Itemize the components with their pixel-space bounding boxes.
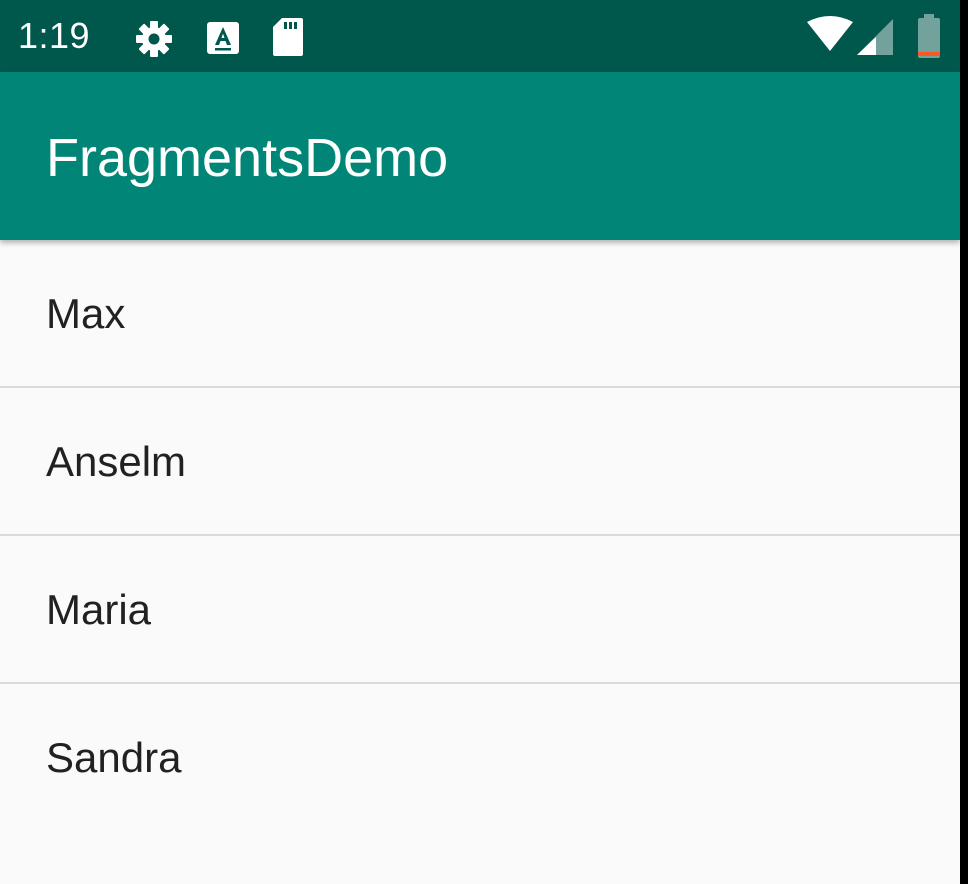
battery-icon (918, 14, 940, 58)
list-item-label: Maria (46, 586, 152, 633)
list-item-label: Anselm (46, 438, 187, 485)
list-item-label: Sandra (46, 734, 182, 781)
name-list: Max Anselm Maria Sandra (0, 240, 960, 830)
app-bar: FragmentsDemo (0, 72, 960, 240)
list-item-label: Max (46, 290, 126, 337)
list-item-max[interactable]: Max (0, 240, 960, 388)
gear-icon (136, 21, 172, 57)
phone-screen: 1:19 FragmentsDemo Max Anselm Maria Sand… (0, 0, 960, 884)
cellular-signal-icon (857, 19, 893, 55)
list-item-sandra[interactable]: Sandra (0, 684, 960, 830)
sd-card-icon (273, 18, 303, 56)
keyboard-a-icon (207, 22, 239, 54)
list-item-anselm[interactable]: Anselm (0, 388, 960, 536)
status-time: 1:19 (18, 15, 91, 56)
list-item-maria[interactable]: Maria (0, 536, 960, 684)
wifi-icon (807, 16, 853, 51)
app-title: FragmentsDemo (46, 128, 449, 188)
status-bar: 1:19 (0, 0, 960, 72)
